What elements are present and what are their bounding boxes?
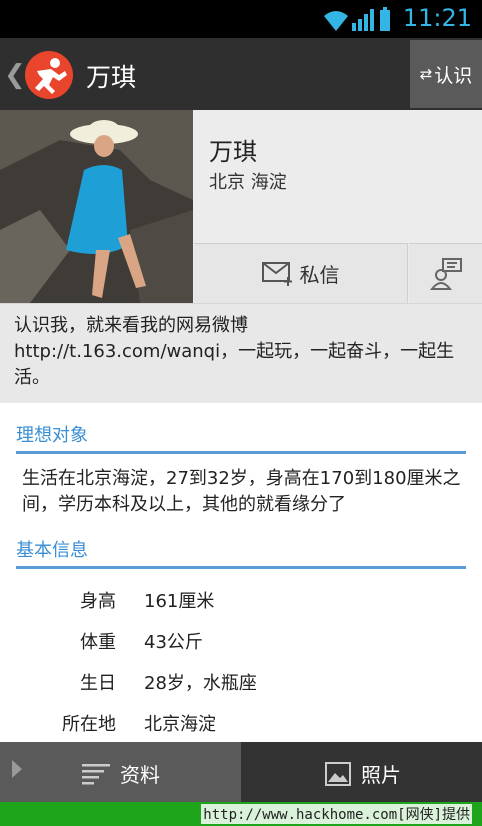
action-bar: ❮ 万琪 ⇄ 认识 (0, 38, 482, 110)
info-row-weight: 体重 43公斤 (0, 628, 482, 669)
tab-photos[interactable]: 照片 (241, 742, 482, 802)
info-key: 所在地 (62, 714, 116, 735)
page-title: 万琪 (86, 63, 137, 92)
info-row-location: 所在地 北京海淀 (0, 710, 482, 742)
know-label: 认识 (434, 64, 473, 87)
tab-profile-inner: 资料 (82, 759, 160, 788)
status-time: 11:21 (402, 4, 472, 32)
app-logo[interactable] (25, 51, 73, 99)
ideal-text: 生活在北京海淀，27到32岁，身高在170到180厘米之间，学历本科及以上，其他… (22, 468, 461, 515)
list-icon (82, 763, 110, 784)
battery-icon (380, 7, 390, 31)
info-key: 体重 (80, 632, 116, 653)
intro-text: 认识我，就来看我的网易微博http://t.163.com/wanqi，一起玩，… (0, 303, 482, 403)
contact-card-icon (429, 257, 462, 290)
watermark-text: http://www.hackhome.com[网侠]提供 (201, 804, 472, 824)
tab-photos-label: 照片 (361, 763, 401, 787)
mail-icon (261, 261, 292, 286)
profile-name: 万琪 (209, 138, 257, 166)
profile-header: 万琪 北京 海淀 私信 (0, 110, 482, 303)
profile-location: 北京 海淀 (209, 172, 287, 193)
basic-info-table: 身高 161厘米 体重 43公斤 生日 28岁，水瓶座 所在地 北京海淀 (0, 587, 482, 742)
know-button[interactable]: ⇄ 认识 (410, 40, 482, 108)
watermark-footer: http://www.hackhome.com[网侠]提供 (0, 802, 482, 826)
info-key: 身高 (80, 591, 116, 612)
message-label: 私信 (299, 263, 340, 287)
profile-content[interactable]: 万琪 北京 海淀 私信 认识我，就来看我的网易微博http://t.163.co… (0, 110, 482, 742)
tab-profile-label: 资料 (120, 763, 160, 787)
info-value: 28岁，水瓶座 (144, 673, 257, 694)
info-row-height: 身高 161厘米 (0, 587, 482, 628)
signal-icon (352, 9, 374, 31)
image-icon (325, 761, 351, 786)
basic-section-title: 基本信息 (16, 536, 466, 569)
profile-photo[interactable] (0, 110, 193, 303)
tab-photos-inner: 照片 (325, 759, 401, 788)
info-row-birthday: 生日 28岁，水瓶座 (0, 669, 482, 710)
bottom-tab-bar: 资料 照片 (0, 742, 482, 802)
status-bar: 11:21 (0, 0, 482, 38)
wifi-icon (324, 11, 348, 31)
back-icon[interactable]: ❮ (4, 60, 26, 90)
info-value: 161厘米 (144, 591, 215, 612)
info-value: 43公斤 (144, 632, 203, 653)
message-button[interactable]: 私信 (194, 243, 408, 303)
swap-icon: ⇄ (419, 65, 433, 83)
info-value: 北京海淀 (144, 714, 216, 735)
status-icons (322, 7, 392, 37)
tab-profile[interactable]: 资料 (0, 742, 241, 802)
contact-card-button[interactable] (409, 243, 482, 303)
ideal-section-title: 理想对象 (16, 421, 466, 454)
triangle-right-icon (12, 760, 22, 778)
info-key: 生日 (80, 673, 116, 694)
